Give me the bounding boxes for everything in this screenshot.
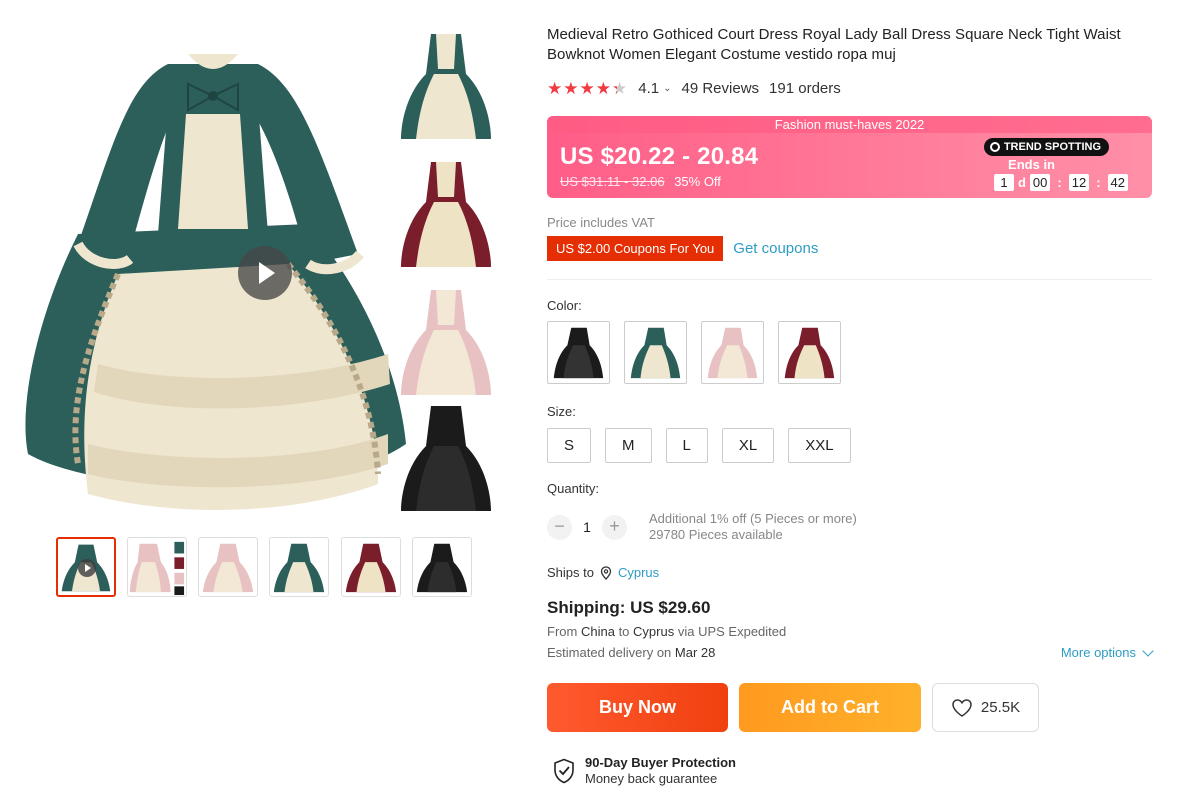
est-date: Mar 28: [674, 645, 716, 660]
shipping-cost: Shipping: US $29.60: [547, 598, 711, 617]
color-swatch-teal[interactable]: [624, 321, 687, 384]
orders-count: 191 orders: [769, 80, 841, 97]
quantity-input[interactable]: [572, 514, 602, 540]
promo-banner: Fashion must-haves 2022: [547, 116, 1152, 133]
ships-to-row: Ships to Cyprus: [547, 565, 659, 580]
thumb-black[interactable]: [412, 537, 472, 597]
product-info: Medieval Retro Gothiced Court Dress Roya…: [544, 25, 1154, 786]
ships-to-label: Ships to: [547, 565, 594, 580]
countdown-days-label: d: [1017, 175, 1026, 190]
origin-country: China: [580, 624, 615, 639]
carrier: via UPS Expedited: [677, 624, 787, 639]
add-to-cart-button[interactable]: Add to Cart: [739, 683, 921, 732]
teal-dress-image: [25, 54, 406, 511]
coupon-row: US $2.00 Coupons For You Get coupons: [544, 236, 818, 261]
vat-note: Price includes VAT: [547, 215, 655, 230]
countdown-sep: :: [1057, 175, 1062, 190]
side-thumb-teal[interactable]: [396, 24, 496, 144]
countdown-hours: 00: [1029, 174, 1051, 191]
estimated-delivery: Estimated delivery on Mar 28: [547, 645, 715, 660]
destination-country: Cyprus: [633, 624, 675, 639]
divider: [547, 279, 1152, 280]
buy-now-button[interactable]: Buy Now: [547, 683, 728, 732]
color-label: Color:: [547, 298, 582, 313]
size-label: Size:: [547, 404, 576, 419]
pieces-available: 29780 Pieces available: [649, 527, 783, 542]
thumb-teal[interactable]: [269, 537, 329, 597]
original-price-row: US $31.11 - 32.06 35% Off: [560, 174, 721, 189]
wishlist-count: 25.5K: [980, 699, 1021, 716]
star-icon: ★: [595, 79, 611, 98]
star-icon: ★: [563, 79, 579, 98]
countdown-minutes: 12: [1068, 174, 1090, 191]
bulk-discount-note: Additional 1% off (5 Pieces or more): [649, 511, 857, 526]
rating-row: ★ ★ ★ ★ ★ 4.1 ⌄ 49 Reviews 191 orders: [547, 80, 841, 97]
chevron-down-icon: [1142, 644, 1154, 657]
thumb-pink[interactable]: [198, 537, 258, 597]
discount-label: 35% Off: [674, 174, 721, 189]
play-video-button[interactable]: [238, 246, 292, 300]
size-m-button[interactable]: M: [605, 428, 652, 463]
color-swatches: [547, 321, 855, 384]
shipping-route: From China to Cyprus via UPS Expedited: [547, 624, 786, 639]
star-icon: ★: [579, 79, 595, 98]
coupon-tag[interactable]: US $2.00 Coupons For You: [544, 236, 724, 261]
color-swatch-pink[interactable]: [701, 321, 764, 384]
shield-check-icon: [554, 758, 574, 784]
thumb-pink-collage[interactable]: [127, 537, 187, 597]
from-prefix: From: [547, 624, 578, 639]
heart-icon: [952, 698, 972, 717]
trend-badge-label: TREND SPOTTING: [1003, 141, 1101, 153]
star-rating: ★ ★ ★ ★ ★: [547, 80, 628, 97]
size-l-button[interactable]: L: [665, 428, 708, 463]
size-xxl-button[interactable]: XXL: [788, 428, 851, 463]
more-options-link[interactable]: More options: [1060, 644, 1154, 660]
protection-title: 90-Day Buyer Protection: [585, 755, 736, 770]
current-price: US $20.22 - 20.84: [560, 143, 759, 170]
size-options: S M L XL XXL: [547, 428, 865, 463]
countdown-days: 1: [993, 174, 1014, 191]
ship-country-link[interactable]: Cyprus: [618, 565, 659, 580]
quantity-note: Additional 1% off (5 Pieces or more) 297…: [649, 511, 857, 543]
wishlist-button[interactable]: 25.5K: [932, 683, 1039, 732]
size-s-button[interactable]: S: [547, 428, 592, 463]
countdown-seconds: 42: [1107, 174, 1128, 191]
to-prefix: to: [618, 624, 630, 639]
quantity-increase-button[interactable]: +: [602, 514, 627, 540]
countdown-sep: :: [1096, 175, 1101, 190]
trend-spotting-badge: TREND SPOTTING: [983, 138, 1109, 156]
reviews-link[interactable]: 49 Reviews: [682, 80, 760, 97]
quantity-decrease-button[interactable]: −: [547, 514, 572, 540]
thumb-video[interactable]: [56, 537, 116, 597]
side-thumb-burgundy[interactable]: [396, 152, 496, 272]
quantity-stepper: − + Additional 1% off (5 Pieces or more)…: [547, 511, 857, 543]
color-swatch-black[interactable]: [547, 321, 610, 384]
mini-play-icon: [78, 559, 96, 577]
color-swatch-burgundy[interactable]: [778, 321, 841, 384]
location-pin-icon: [600, 565, 612, 580]
price-box: Fashion must-haves 2022 US $20.22 - 20.8…: [547, 116, 1152, 198]
original-price: US $31.11 - 32.06: [560, 174, 665, 189]
main-product-image[interactable]: [18, 24, 406, 520]
star-icon: ★: [547, 79, 563, 98]
size-xl-button[interactable]: XL: [721, 428, 775, 463]
star-partial-icon: ★: [612, 79, 628, 98]
protection-subtitle: Money back guarantee: [585, 771, 718, 786]
side-thumb-black[interactable]: [396, 396, 496, 516]
quantity-label: Quantity:: [547, 481, 600, 496]
chevron-down-icon[interactable]: ⌄: [663, 83, 671, 94]
trend-icon: [989, 142, 1000, 152]
countdown-timer: 1 d 00 : 12 : 42: [993, 174, 1128, 191]
more-options-label: More options: [1060, 645, 1136, 660]
get-coupons-link[interactable]: Get coupons: [733, 240, 818, 257]
rating-value[interactable]: 4.1: [638, 80, 659, 97]
ends-in-label: Ends in: [1008, 157, 1055, 172]
product-title: Medieval Retro Gothiced Court Dress Roya…: [547, 26, 1121, 63]
thumb-burgundy[interactable]: [341, 537, 401, 597]
buyer-protection: 90-Day Buyer Protection Money back guara…: [553, 755, 736, 787]
side-thumb-pink[interactable]: [396, 280, 496, 400]
est-prefix: Estimated delivery on: [547, 645, 672, 660]
